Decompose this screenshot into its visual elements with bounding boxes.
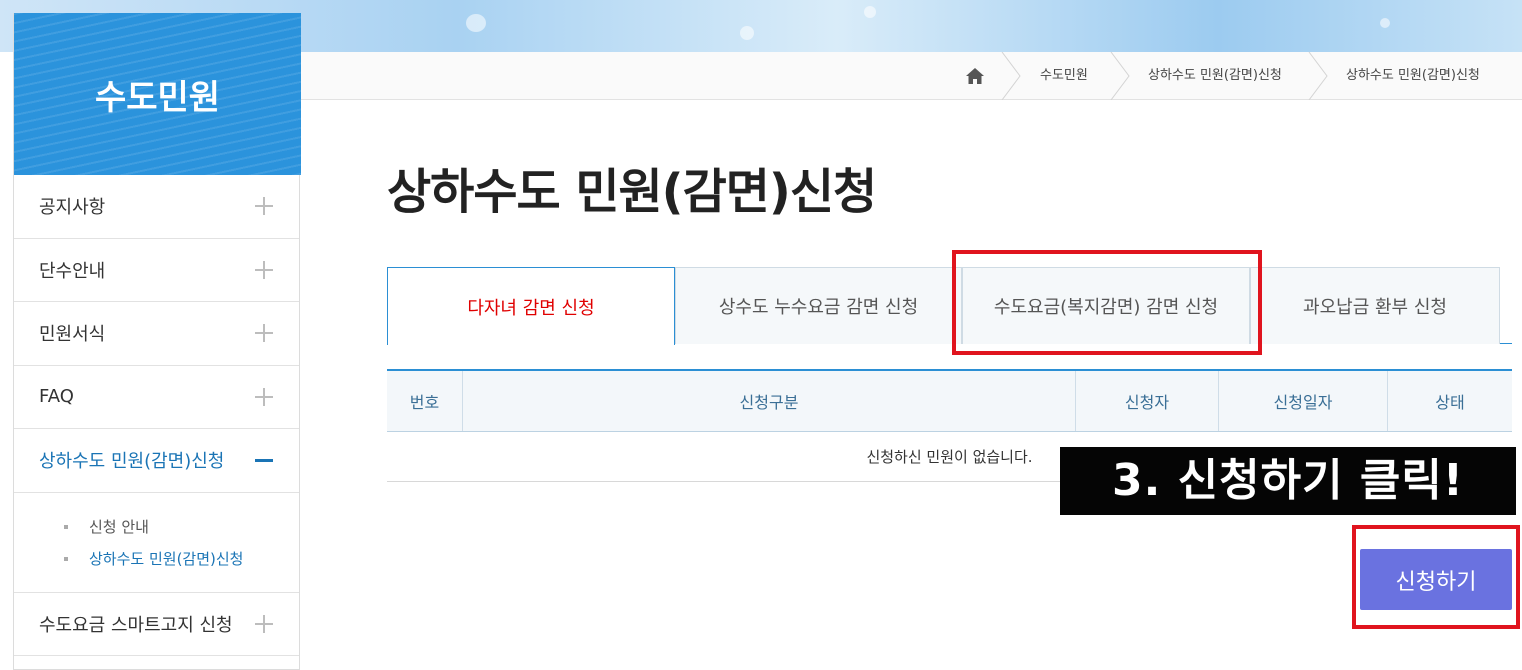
plus-icon[interactable] bbox=[255, 197, 273, 216]
breadcrumb-separator-icon bbox=[1110, 52, 1130, 100]
submenu-item-label: 상하수도 민원(감면)신청 bbox=[89, 549, 244, 568]
column-header-number: 번호 bbox=[387, 371, 463, 431]
sidebar-item-label: 단수안내 bbox=[39, 260, 106, 282]
sidebar-item-label: 상하수도 민원(감면)신청 bbox=[39, 451, 225, 473]
sidebar-item-forms[interactable]: 민원서식 bbox=[14, 302, 299, 366]
water-drop-decoration bbox=[466, 14, 486, 32]
tab-multi-child-reduction[interactable]: 다자녀 감면 신청 bbox=[387, 267, 675, 345]
minus-icon[interactable] bbox=[255, 459, 273, 463]
sidebar-item-smart-billing[interactable]: 수도요금 스마트고지 신청 bbox=[14, 593, 299, 656]
plus-icon[interactable] bbox=[255, 324, 273, 343]
sidebar-item-reduction-application[interactable]: 상하수도 민원(감면)신청 bbox=[14, 429, 299, 493]
apply-button[interactable]: 신청하기 bbox=[1360, 549, 1512, 610]
breadcrumb-separator-icon bbox=[1001, 52, 1021, 100]
table-header: 번호 신청구분 신청자 신청일자 상태 bbox=[387, 371, 1512, 432]
plus-icon[interactable] bbox=[255, 614, 273, 633]
tab-leak-reduction[interactable]: 상수도 누수요금 감면 신청 bbox=[675, 267, 962, 344]
sidebar-item-label: 수도요금 스마트고지 신청 bbox=[39, 614, 233, 636]
submenu-item-guide[interactable]: 신청 안내 bbox=[64, 515, 299, 547]
breadcrumb-item[interactable]: 상하수도 민원(감면)신청 bbox=[1346, 52, 1480, 100]
column-header-status: 상태 bbox=[1435, 393, 1465, 412]
page-title: 상하수도 민원(감면)신청 bbox=[387, 164, 877, 220]
column-header-date: 신청일자 bbox=[1219, 371, 1388, 431]
tab-bar: 다자녀 감면 신청 상수도 누수요금 감면 신청 수도요금(복지감면) 감면 신… bbox=[387, 267, 1512, 345]
sidebar-title: 수도민원 bbox=[14, 13, 301, 175]
highlight-box-tab bbox=[952, 250, 1262, 355]
plus-icon[interactable] bbox=[255, 260, 273, 279]
sidebar-item-label: FAQ bbox=[39, 386, 74, 408]
breadcrumb-item[interactable]: 상하수도 민원(감면)신청 bbox=[1148, 52, 1282, 100]
sidebar-item-water-outage[interactable]: 단수안내 bbox=[14, 239, 299, 302]
sidebar-item-label: 공지사항 bbox=[39, 197, 106, 219]
tutorial-caption: 3. 신청하기 클릭! bbox=[1060, 447, 1516, 515]
home-icon[interactable] bbox=[966, 68, 984, 84]
breadcrumb-separator-icon bbox=[1308, 52, 1328, 100]
sidebar-submenu: 신청 안내 상하수도 민원(감면)신청 bbox=[14, 493, 299, 593]
bullet-icon bbox=[64, 556, 68, 561]
water-drop-decoration bbox=[1380, 18, 1390, 28]
bullet-icon bbox=[64, 524, 68, 529]
breadcrumb: 수도민원 상하수도 민원(감면)신청 상하수도 민원(감면)신청 bbox=[300, 52, 1522, 100]
breadcrumb-item[interactable]: 수도민원 bbox=[1040, 52, 1088, 100]
submenu-item-application[interactable]: 상하수도 민원(감면)신청 bbox=[64, 547, 299, 579]
water-drop-decoration bbox=[864, 6, 876, 18]
sidebar-item-faq[interactable]: FAQ bbox=[14, 366, 299, 429]
submenu-item-label: 신청 안내 bbox=[89, 517, 149, 536]
plus-icon[interactable] bbox=[255, 387, 273, 406]
sidebar-item-notice[interactable]: 공지사항 bbox=[14, 175, 299, 239]
tab-overpayment-refund[interactable]: 과오납금 환부 신청 bbox=[1250, 267, 1500, 344]
water-drop-decoration bbox=[740, 26, 754, 40]
sidebar-item-label: 민원서식 bbox=[39, 324, 106, 346]
sidebar: 수도민원 공지사항 단수안내 민원서식 FAQ 상하수도 민원(감면)신청 신청… bbox=[13, 13, 301, 670]
column-header-applicant: 신청자 bbox=[1076, 371, 1219, 431]
column-header-category: 신청구분 bbox=[463, 371, 1076, 431]
